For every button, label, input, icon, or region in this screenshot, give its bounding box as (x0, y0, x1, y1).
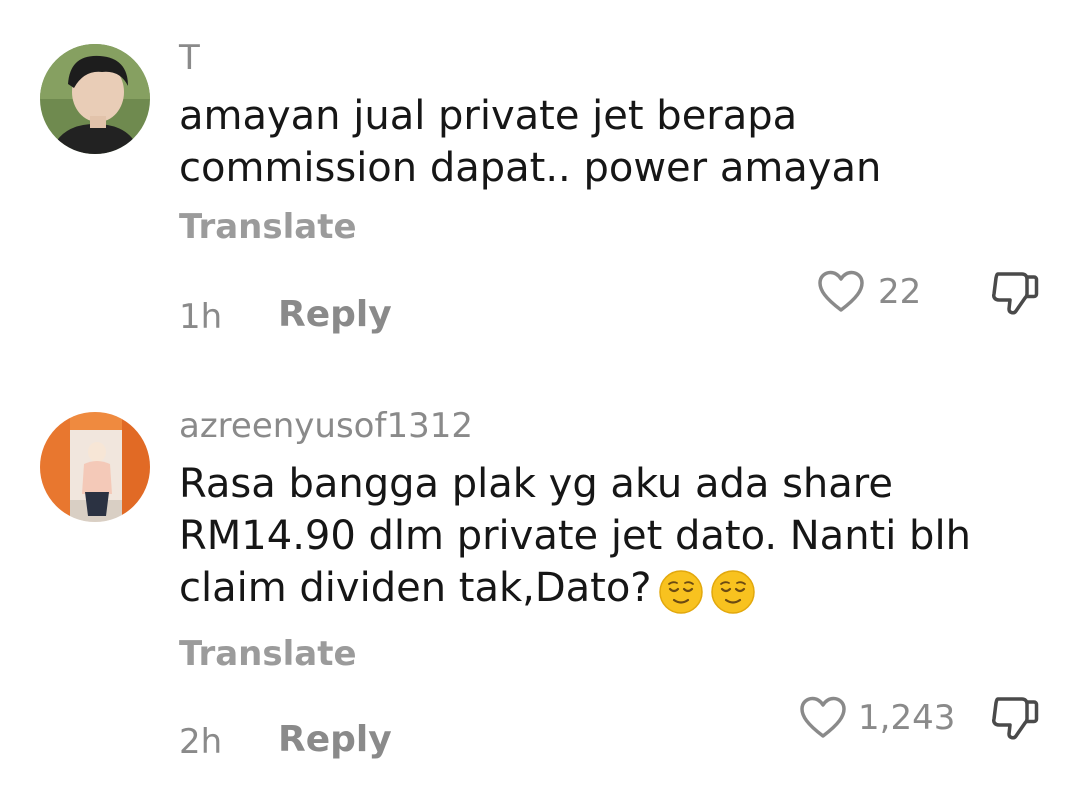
avatar[interactable] (40, 412, 150, 522)
translate-link[interactable]: Translate (179, 207, 357, 247)
like-count: 1,243 (858, 698, 956, 738)
comment-text-line: claim dividen tak,Dato? (179, 565, 652, 611)
comment-text-line: RM14.90 dlm private jet dato. Nanti blh (179, 513, 971, 559)
comment-text: Rasa bangga plak yg aku ada share RM14.9… (179, 458, 1039, 616)
comment-text-line-last: claim dividen tak,Dato? (179, 562, 1039, 616)
thumbs-down-icon[interactable] (990, 693, 1040, 743)
thumbs-down-icon[interactable] (990, 268, 1040, 318)
heart-outline-icon[interactable] (817, 270, 865, 314)
heart-outline-icon[interactable] (799, 696, 847, 740)
relieved-face-emoji (658, 570, 703, 614)
comment-text-line: Rasa bangga plak yg aku ada share (179, 461, 893, 507)
comment-text-line: amayan jual private jet berapa (179, 93, 798, 139)
comment-timestamp: 2h (179, 722, 223, 762)
emoji-group (658, 564, 762, 616)
avatar[interactable] (40, 44, 150, 154)
reply-button[interactable]: Reply (278, 294, 392, 335)
avatar-photo (40, 412, 150, 522)
comment-username[interactable]: azreenyusof1312 (179, 406, 473, 446)
comment-username[interactable]: T (179, 38, 200, 78)
like-count: 22 (878, 272, 922, 312)
avatar-photo (40, 44, 150, 154)
translate-link[interactable]: Translate (179, 634, 357, 674)
relieved-face-emoji (710, 570, 755, 614)
comment-text: amayan jual private jet berapa commissio… (179, 90, 1039, 194)
comment-text-line: commission dapat.. power amayan (179, 145, 882, 191)
reply-button[interactable]: Reply (278, 719, 392, 760)
comment-timestamp: 1h (179, 297, 223, 337)
